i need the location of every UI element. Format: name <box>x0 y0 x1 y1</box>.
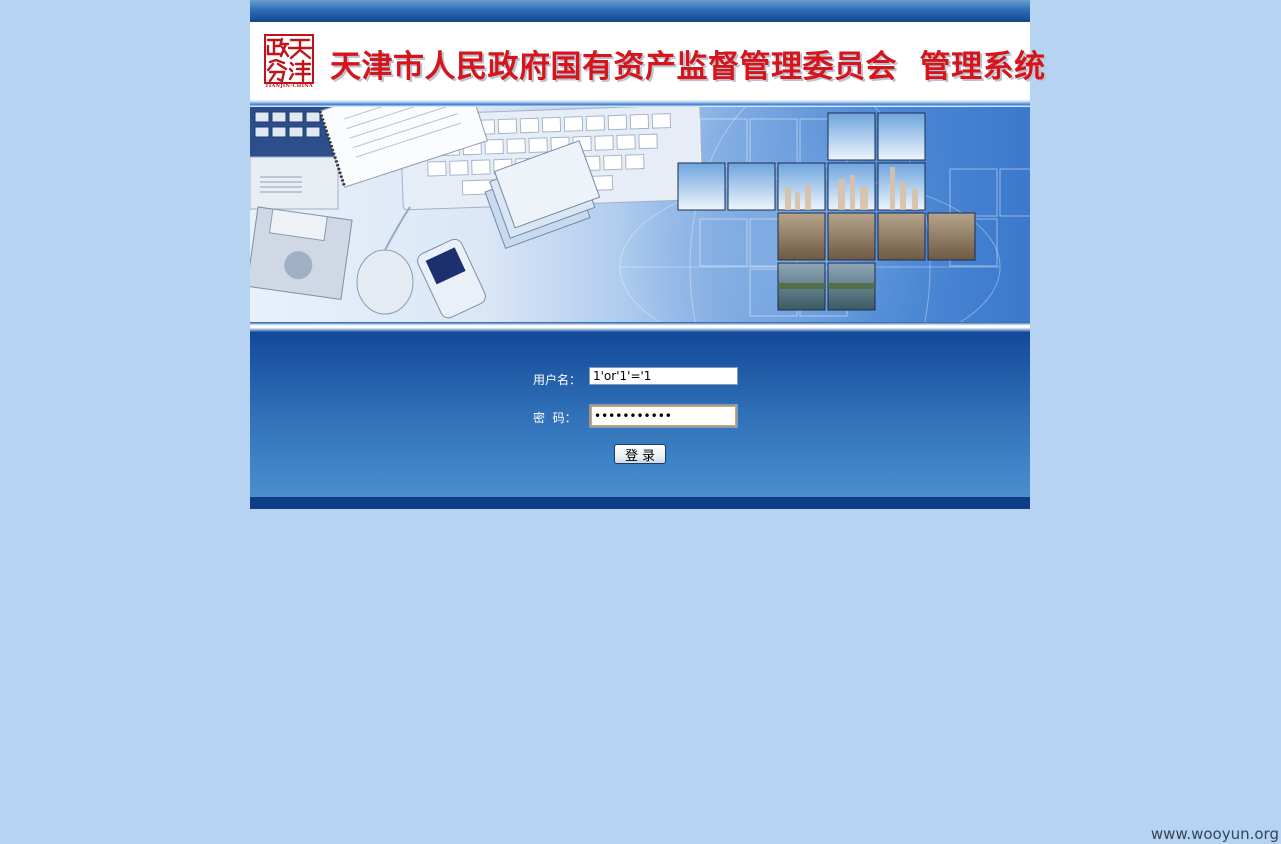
banner-illustration <box>250 107 1030 322</box>
header-separator <box>250 99 1030 107</box>
system-title: 天津市人民政府国有资产监督管理委员会 管理系统 <box>330 49 1046 85</box>
username-input[interactable] <box>589 367 738 385</box>
login-button[interactable]: 登录 <box>614 444 666 464</box>
banner-separator <box>250 322 1030 332</box>
login-panel: 用户名： 密 码： 登录 <box>250 332 1030 497</box>
banner-image <box>250 107 1030 322</box>
header: TIANJIN-CHINA 天津市人民政府国有资产监督管理委员会 管理系统 <box>250 22 1045 99</box>
login-page-frame: TIANJIN-CHINA 天津市人民政府国有资产监督管理委员会 管理系统 用户… <box>250 0 1045 509</box>
watermark: www.wooyun.org <box>1150 825 1279 843</box>
password-input[interactable] <box>589 404 738 428</box>
bottom-bar <box>250 497 1030 509</box>
seal-caption: TIANJIN-CHINA <box>265 83 313 89</box>
password-label: 密 码： <box>533 411 577 425</box>
top-bar <box>250 0 1030 22</box>
username-label: 用户名： <box>533 373 582 387</box>
